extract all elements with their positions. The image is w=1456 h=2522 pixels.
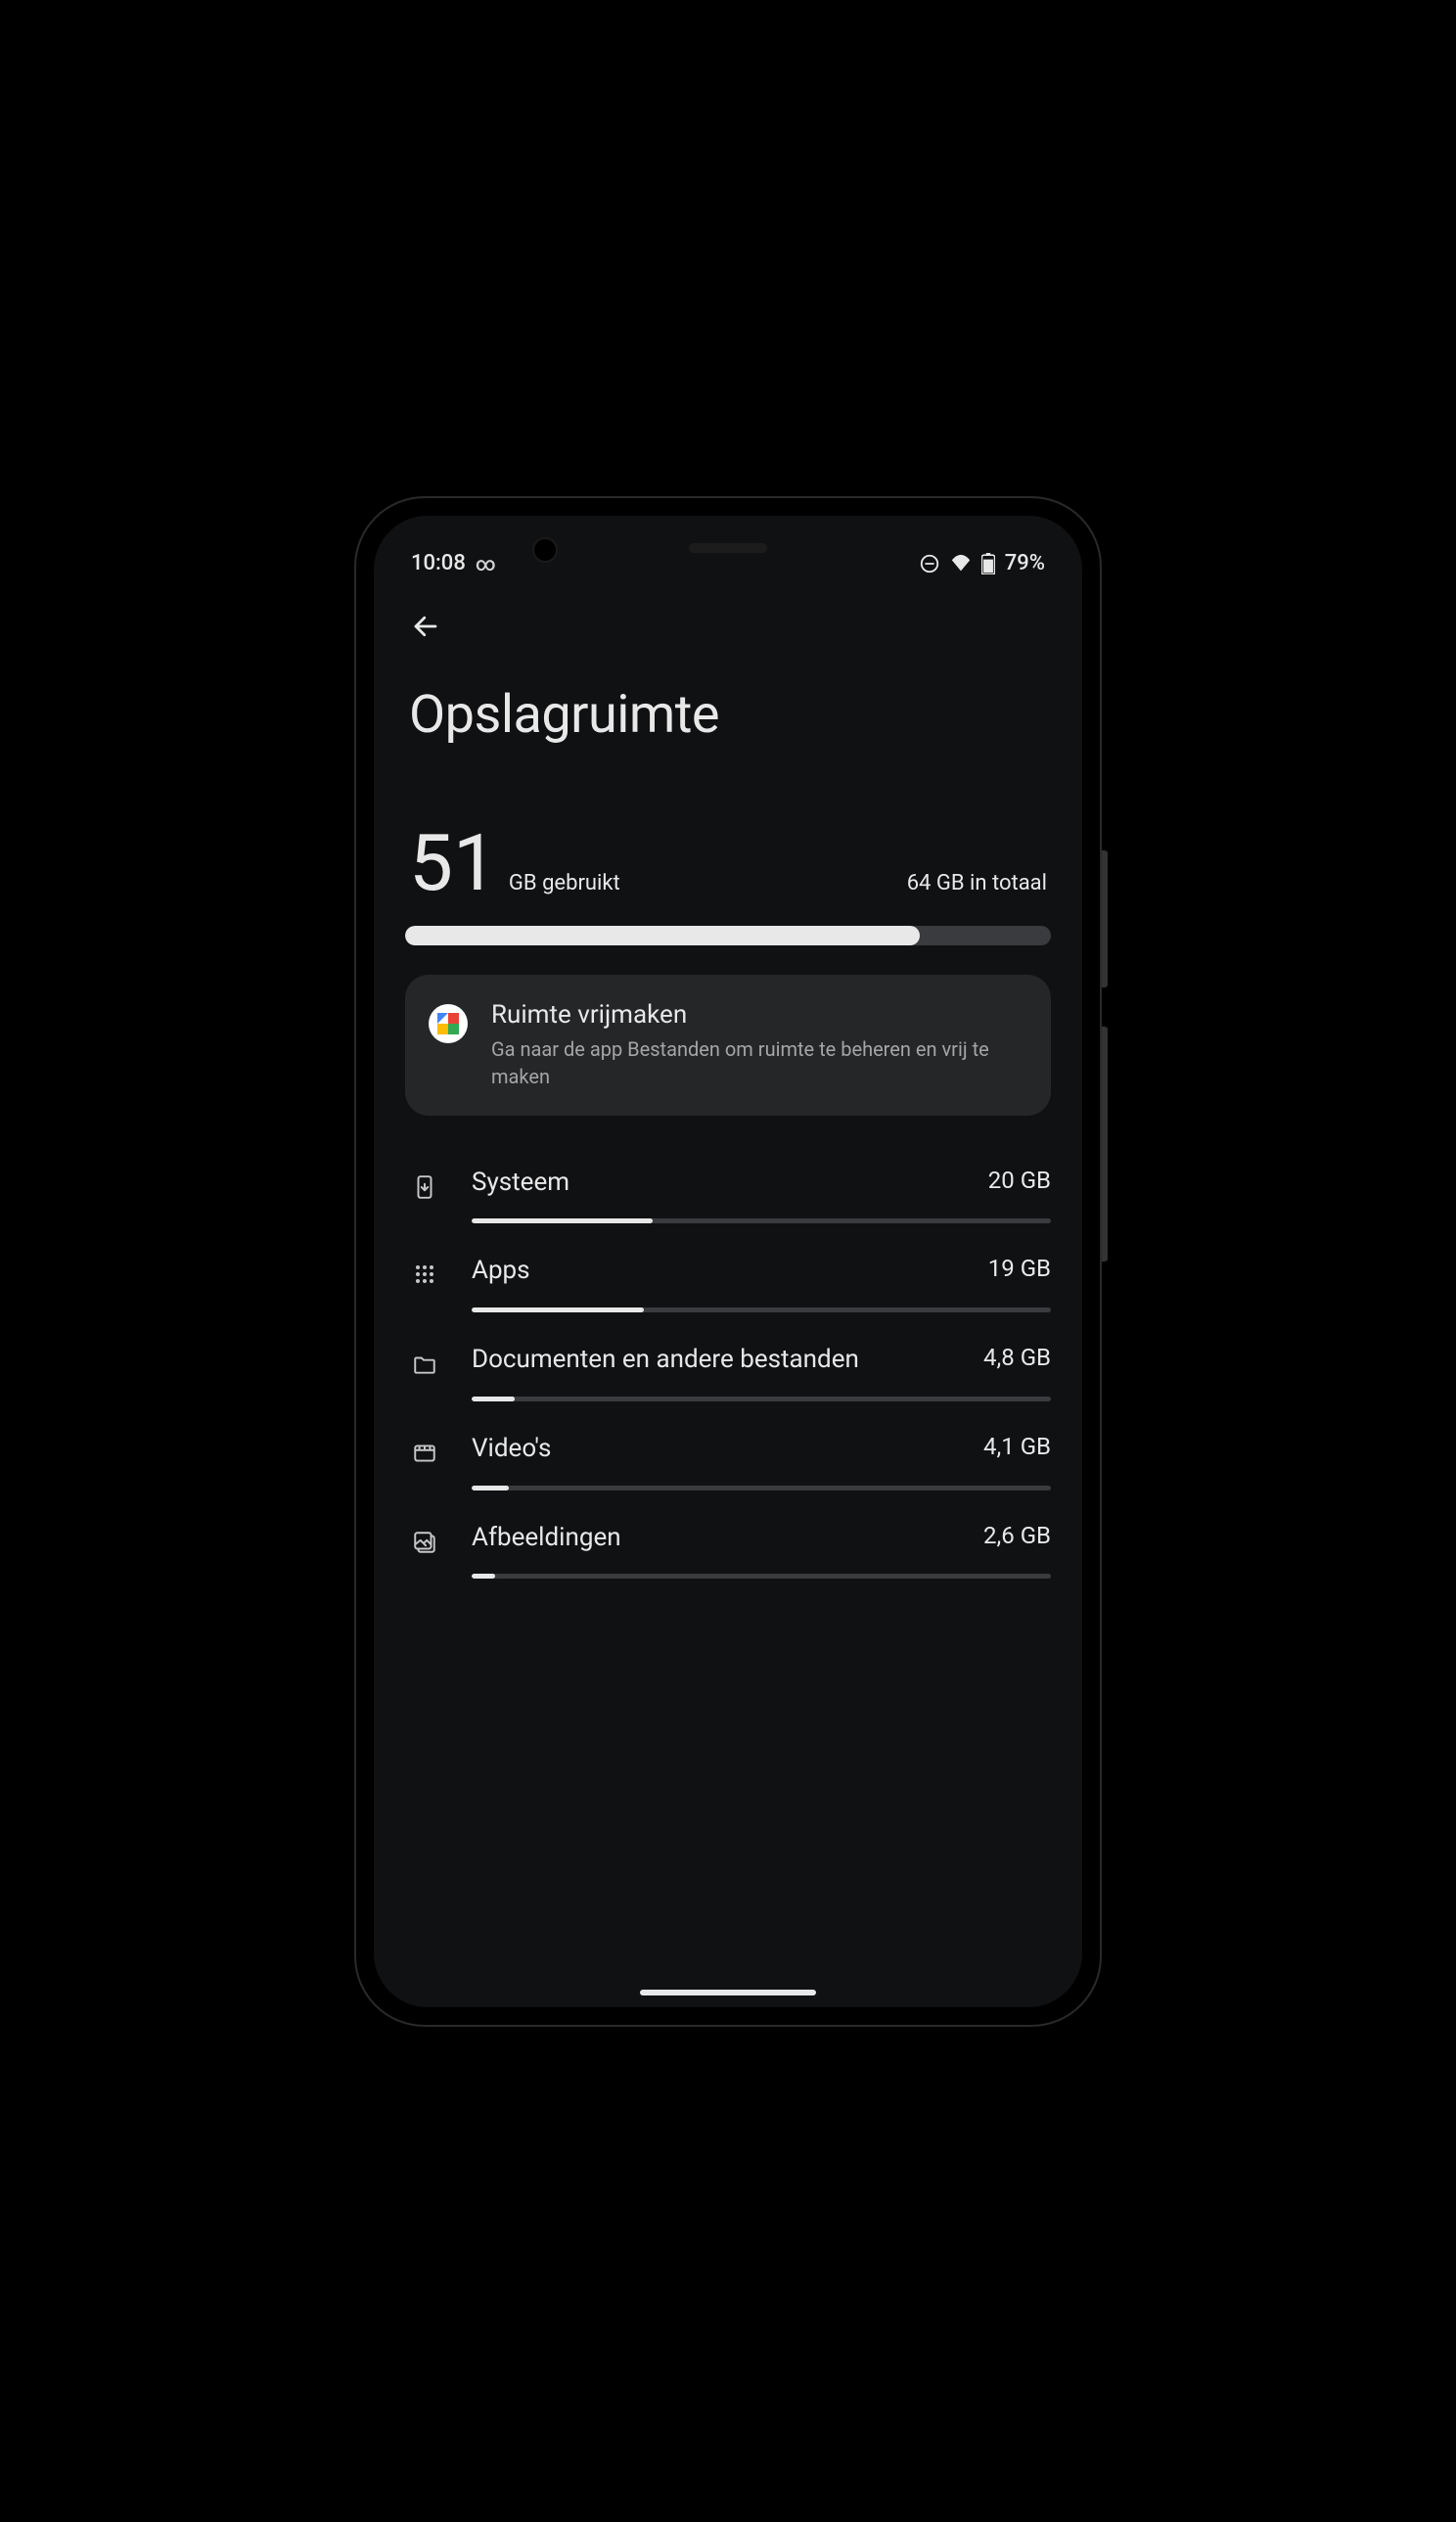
page-title: Opslagruimte xyxy=(405,684,1051,746)
used-label: GB gebruikt xyxy=(509,871,620,895)
gesture-nav-bar[interactable] xyxy=(640,1990,816,1995)
category-label: Video's xyxy=(472,1433,551,1466)
category-row-apps[interactable]: Apps 19 GB xyxy=(405,1239,1051,1328)
category-size: 19 GB xyxy=(988,1255,1051,1282)
battery-icon xyxy=(981,553,995,574)
card-subtitle: Ga naar de app Bestanden om ruimte te be… xyxy=(491,1035,1027,1090)
total-label: 64 GB in totaal xyxy=(907,871,1047,895)
category-bar xyxy=(472,1307,1051,1312)
category-label: Apps xyxy=(472,1255,530,1288)
category-bar xyxy=(472,1486,1051,1490)
category-row-documenten[interactable]: Documenten en andere bestanden 4,8 GB xyxy=(405,1328,1051,1417)
category-bar-fill xyxy=(472,1397,515,1401)
category-bar-fill xyxy=(472,1574,495,1579)
category-size: 4,8 GB xyxy=(983,1344,1051,1371)
categories-list: Systeem 20 GB Apps 19 GB Documenten en a… xyxy=(405,1151,1051,1595)
category-bar-fill xyxy=(472,1307,644,1312)
apps-icon xyxy=(405,1255,444,1286)
storage-progress-fill xyxy=(405,926,920,945)
free-space-card[interactable]: Ruimte vrijmaken Ga naar de app Bestande… xyxy=(405,975,1051,1116)
camera-hole xyxy=(532,537,558,563)
category-bar xyxy=(472,1218,1051,1223)
category-row-afbeeldingen[interactable]: Afbeeldingen 2,6 GB xyxy=(405,1506,1051,1595)
usage-summary: 51 GB gebruikt 64 GB in totaal xyxy=(405,746,1051,912)
videos-icon xyxy=(405,1433,444,1466)
speaker-slot xyxy=(689,543,767,553)
category-label: Documenten en andere bestanden xyxy=(472,1344,859,1377)
category-label: Afbeeldingen xyxy=(472,1522,621,1555)
category-bar-fill xyxy=(472,1486,509,1490)
infinity-icon: ∞ xyxy=(476,552,496,575)
power-button xyxy=(1102,850,1108,987)
dnd-icon xyxy=(919,553,940,574)
category-size: 2,6 GB xyxy=(983,1522,1051,1549)
back-button[interactable] xyxy=(411,612,440,641)
category-bar xyxy=(472,1397,1051,1401)
category-row-videos[interactable]: Video's 4,1 GB xyxy=(405,1417,1051,1506)
phone-frame: 10:08 ∞ 79% Ops xyxy=(356,498,1100,2025)
used-value: 51 xyxy=(409,824,497,902)
afbeeldingen-icon xyxy=(405,1522,444,1555)
category-size: 20 GB xyxy=(988,1167,1051,1194)
category-size: 4,1 GB xyxy=(983,1433,1051,1460)
clock-text: 10:08 xyxy=(411,551,466,575)
systeem-icon xyxy=(405,1167,444,1200)
category-label: Systeem xyxy=(472,1167,569,1200)
wifi-icon xyxy=(950,554,972,573)
documenten-icon xyxy=(405,1344,444,1377)
storage-progress-bar xyxy=(405,926,1051,945)
category-row-systeem[interactable]: Systeem 20 GB xyxy=(405,1151,1051,1240)
volume-button xyxy=(1102,1027,1108,1261)
category-bar-fill xyxy=(472,1218,653,1223)
category-bar xyxy=(472,1574,1051,1579)
battery-percent: 79% xyxy=(1005,551,1045,575)
files-app-icon xyxy=(429,1004,468,1043)
screen: 10:08 ∞ 79% Ops xyxy=(374,516,1082,2007)
card-title: Ruimte vrijmaken xyxy=(491,1000,1027,1030)
